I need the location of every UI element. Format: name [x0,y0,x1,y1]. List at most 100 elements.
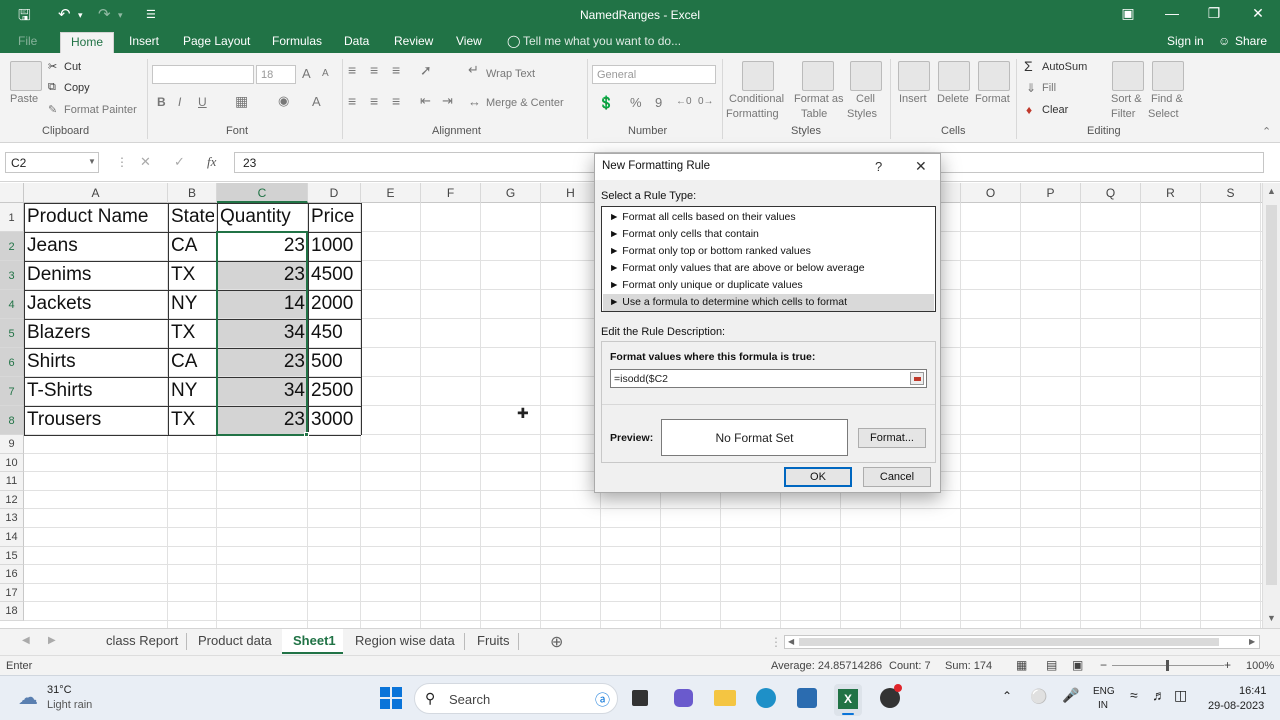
conditional-formatting-icon[interactable] [742,61,774,91]
horizontal-scrollbar[interactable]: ◀ ▶ [784,635,1260,649]
cell-styles-label-2[interactable]: Styles [847,108,877,120]
bold-button[interactable]: B [157,95,166,109]
cell-styles-label[interactable]: Cell [856,93,875,105]
row-header-16[interactable]: 16 [0,565,24,584]
next-sheet-icon[interactable]: ▶ [48,635,56,646]
column-header-s[interactable]: S [1201,183,1261,203]
store-icon[interactable] [797,688,817,708]
name-box-dropdown-icon[interactable]: ▼ [88,157,96,166]
format-cells-button[interactable]: Format [975,93,1010,105]
cancel-button[interactable]: Cancel [863,467,931,487]
row-header-4[interactable]: 4 [0,290,24,319]
wrap-text-button[interactable]: Wrap Text [486,68,535,80]
sheet-tab-fruits[interactable]: Fruits [477,633,510,648]
column-header-a[interactable]: A [24,183,168,203]
tab-data[interactable]: Data [344,34,369,48]
decrease-decimal-icon[interactable]: 0→ [698,96,714,107]
page-layout-view-icon[interactable]: ▤ [1046,658,1057,672]
paste-icon[interactable] [10,61,42,91]
paste-button[interactable]: Paste [10,93,38,105]
scroll-down-icon[interactable]: ▼ [1267,613,1276,623]
row-header-14[interactable]: 14 [0,528,24,547]
battery-icon[interactable]: ◫ [1174,687,1187,704]
column-header-r[interactable]: R [1141,183,1201,203]
name-box[interactable]: C2 [5,152,99,173]
scroll-thumb[interactable] [1266,205,1277,585]
row-header-9[interactable]: 9 [0,435,24,454]
align-left-icon[interactable]: ≡ [348,93,356,109]
row-header-8[interactable]: 8 [0,406,24,435]
volume-icon[interactable]: ♬ [1152,687,1166,703]
table-cell[interactable]: CA [171,351,214,375]
merge-center-icon[interactable]: ↔ [468,94,481,109]
table-header-cell[interactable]: Quantity [220,206,305,230]
rule-type-item[interactable]: ► Format only cells that contain [603,226,934,243]
table-cell[interactable]: 2000 [311,293,358,317]
row-header-12[interactable]: 12 [0,490,24,510]
language-region[interactable]: IN [1098,700,1108,711]
tab-page-layout[interactable]: Page Layout [183,34,250,48]
clock-time[interactable]: 16:41 [1239,685,1267,697]
table-header-cell[interactable]: Price [311,206,358,230]
font-size-select[interactable]: 18 [256,65,296,84]
increase-indent-icon[interactable]: ⇥ [442,93,453,109]
minimize-icon[interactable]: — [1160,5,1184,21]
language-indicator[interactable]: ENG [1093,686,1115,697]
row-header-2[interactable]: 2 [0,232,24,261]
conditional-formatting-label[interactable]: Conditional [729,93,784,105]
vertical-scrollbar[interactable]: ▲ ▼ [1262,183,1280,628]
rule-type-list[interactable]: ► Format all cells based on their values… [601,206,936,312]
wrap-text-icon[interactable]: ↵ [468,62,479,78]
table-cell[interactable]: 450 [311,322,358,346]
insert-cells-button[interactable]: Insert [899,93,927,105]
weather-icon[interactable]: ☁ [18,685,38,710]
column-header-h[interactable]: H [541,183,601,203]
format-cells-icon[interactable] [978,61,1010,91]
merge-center-button[interactable]: Merge & Center [486,97,564,109]
table-header-cell[interactable]: State [171,206,214,230]
row-header-18[interactable]: 18 [0,602,24,621]
rule-type-item[interactable]: ► Format only values that are above or b… [603,260,934,277]
align-right-icon[interactable]: ≡ [392,93,400,109]
rule-type-item[interactable]: ► Format all cells based on their values [603,209,934,226]
italic-button[interactable]: I [178,95,181,109]
column-header-c[interactable]: C [217,183,308,203]
decrease-indent-icon[interactable]: ⇤ [420,93,431,109]
dialog-close-button[interactable]: ✕ [915,158,927,175]
new-sheet-icon[interactable]: ⊕ [550,632,563,652]
table-cell[interactable]: Blazers [27,322,165,346]
tab-file[interactable]: File [18,34,37,48]
zoom-out-icon[interactable]: − [1100,658,1107,672]
cancel-entry-icon[interactable]: ✕ [140,154,151,170]
table-cell[interactable]: T-Shirts [27,380,165,404]
ribbon-display-icon[interactable]: ▣ [1116,5,1140,22]
table-cell[interactable]: Jeans [27,235,165,259]
rule-type-item[interactable]: ► Format only top or bottom ranked value… [603,243,934,260]
sheet-tab-class-report[interactable]: class Report [106,633,178,648]
font-name-select[interactable] [152,65,254,84]
normal-view-icon[interactable]: ▦ [1016,658,1027,672]
comma-button[interactable]: 9 [655,95,662,110]
bing-icon[interactable]: ⓐ [595,689,610,710]
conditional-formatting-label-2[interactable]: Formatting [726,108,779,120]
sort-filter-label[interactable]: Sort & [1111,93,1142,105]
format-painter-icon[interactable]: ✎ [48,103,57,116]
orientation-icon[interactable]: ➚ [420,62,432,79]
h-scroll-thumb[interactable] [799,638,1219,646]
share-button[interactable]: Share [1235,34,1267,48]
fill-button[interactable]: Fill [1042,82,1056,94]
rule-type-item-selected[interactable]: ► Use a formula to determine which cells… [603,294,934,311]
delete-cells-icon[interactable] [938,61,970,91]
sheet-tab-product-data[interactable]: Product data [198,633,272,648]
rule-type-item[interactable]: ► Format only unique or duplicate values [603,277,934,294]
cut-button[interactable]: Cut [64,61,81,73]
table-cell[interactable]: NY [171,380,214,404]
clock-date[interactable]: 29-08-2023 [1208,700,1264,712]
range-select-icon[interactable] [910,372,924,385]
microphone-icon[interactable]: 🎤 [1062,687,1079,704]
number-format-select[interactable]: General [592,65,716,84]
format-as-table-icon[interactable] [802,61,834,91]
column-header-d[interactable]: D [308,183,361,203]
cut-icon[interactable]: ✂ [48,60,57,73]
sort-filter-label-2[interactable]: Filter [1111,108,1135,120]
